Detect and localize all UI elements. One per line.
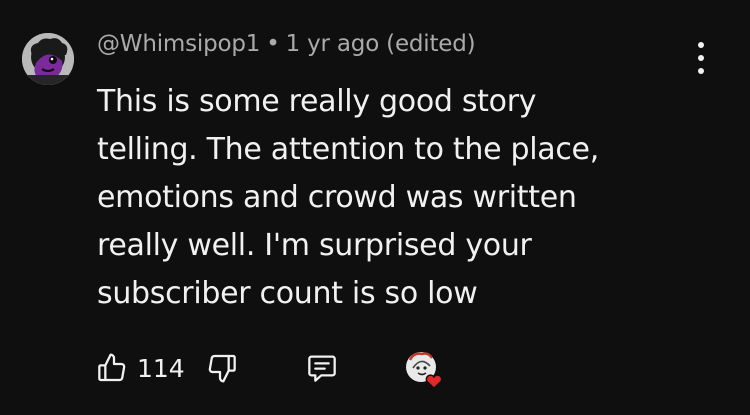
- menu-dot: [698, 42, 704, 48]
- comment-actions: 114: [96, 348, 456, 390]
- more-vertical-icon[interactable]: [686, 40, 716, 76]
- thumbs-up-icon: [98, 353, 126, 382]
- comment-card: @Whimsipop1 • 1 yr ago (edited) This is so…: [0, 0, 750, 415]
- creator-heart-badge: [404, 348, 444, 390]
- creator-heart-icon: [404, 348, 444, 390]
- thumbs-down-icon: [208, 354, 236, 383]
- comment-timestamp: 1 yr ago (edited): [285, 31, 476, 57]
- comment-header: @Whimsipop1 • 1 yr ago (edited): [97, 31, 476, 57]
- dislike-button[interactable]: [206, 348, 238, 388]
- like-count: 114: [137, 353, 185, 383]
- header-separator: •: [266, 31, 280, 57]
- like-button[interactable]: 114: [96, 348, 185, 388]
- author-handle[interactable]: @Whimsipop1: [97, 31, 260, 57]
- reply-button[interactable]: [306, 348, 338, 388]
- cartoon-avatar-icon: [22, 33, 74, 85]
- avatar[interactable]: [22, 33, 74, 85]
- comment-icon: [308, 355, 336, 382]
- menu-dot: [698, 68, 704, 74]
- menu-dot: [698, 55, 704, 61]
- comment-text: This is some really good story telling. …: [97, 84, 599, 311]
